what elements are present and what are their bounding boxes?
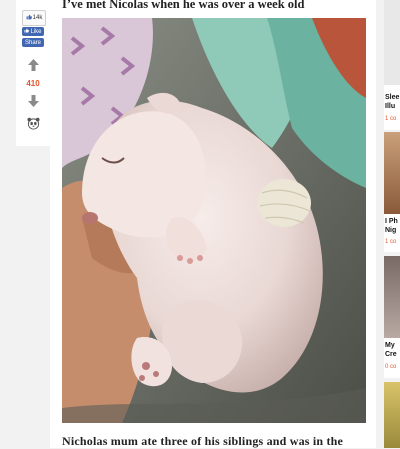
- facebook-like-label: Like: [30, 28, 42, 35]
- like-count: 14k: [32, 15, 43, 21]
- related-post-thumbnail: [384, 256, 400, 338]
- downvote-button[interactable]: [25, 94, 41, 108]
- related-post-title[interactable]: My: [385, 342, 395, 350]
- related-posts-sidebar: Slee Illu 1 co I Ph Nig 1 co My Cre 0 co: [384, 0, 400, 448]
- thumbs-up-icon: [26, 14, 32, 22]
- related-post-title-line2[interactable]: Cre: [385, 351, 397, 359]
- related-post-thumbnail: [384, 132, 400, 214]
- related-post-card[interactable]: [384, 382, 400, 448]
- page: 14k Like Share 410 I’ve met Nicolas when…: [0, 0, 400, 448]
- related-post-thumbnail: [384, 0, 400, 85]
- like-count-button[interactable]: 14k: [22, 10, 46, 26]
- section-heading: I’ve met Nicolas when he was over a week…: [62, 0, 305, 11]
- arrow-up-icon: [27, 59, 39, 71]
- puppy-illustration: [62, 18, 366, 423]
- related-post-card[interactable]: My Cre 0 co: [384, 256, 400, 378]
- vote-count: 410: [26, 79, 40, 88]
- share-column: 14k Like Share 410: [16, 0, 50, 146]
- related-post-thumbnail: [384, 382, 400, 448]
- panda-icon[interactable]: [26, 116, 40, 130]
- related-post-comments[interactable]: 1 co: [385, 116, 396, 122]
- related-post-comments[interactable]: 1 co: [385, 239, 396, 245]
- facebook-share-button[interactable]: Share: [22, 38, 44, 47]
- upvote-button[interactable]: [25, 58, 41, 72]
- puppy-photo[interactable]: [62, 18, 366, 423]
- facebook-like-button[interactable]: Like: [22, 27, 44, 36]
- related-post-card[interactable]: I Ph Nig 1 co: [384, 132, 400, 252]
- facebook-share-label: Share: [24, 39, 41, 46]
- related-post-card[interactable]: Slee Illu 1 co: [384, 0, 400, 130]
- related-post-title-line2[interactable]: Illu: [385, 103, 395, 111]
- related-post-title[interactable]: Slee: [385, 94, 399, 102]
- thumbs-up-icon: [24, 28, 30, 35]
- related-post-comments[interactable]: 0 co: [385, 364, 396, 370]
- related-post-title[interactable]: I Ph: [385, 218, 398, 226]
- arrow-down-icon: [27, 95, 39, 107]
- related-post-title-line2[interactable]: Nig: [385, 227, 396, 235]
- article-paragraph: Nicholas mum ate three of his siblings a…: [62, 434, 344, 448]
